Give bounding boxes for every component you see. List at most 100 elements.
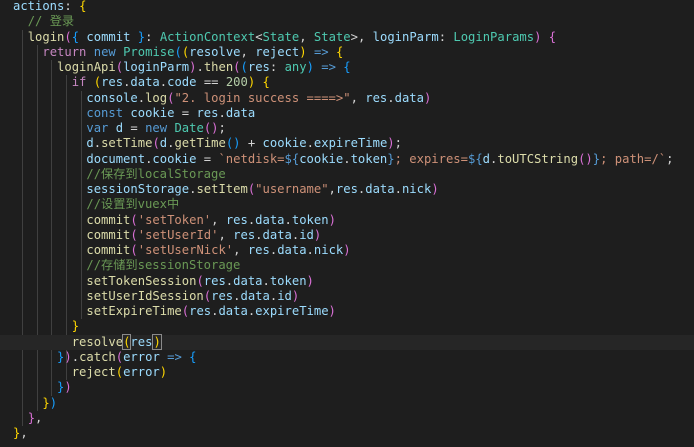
code-line[interactable]: commit('setToken', res.data.token) (0, 213, 694, 228)
code-token: toUTCString (497, 151, 579, 166)
code-token: ) (64, 380, 72, 395)
code-line[interactable]: login({ commit }: ActionContext<State, S… (0, 30, 694, 45)
code-line[interactable]: reject(error) (0, 365, 694, 380)
code-token: ( (130, 227, 138, 242)
code-token: d (482, 151, 491, 166)
code-token: console (86, 90, 138, 105)
code-token: = (196, 151, 219, 166)
code-token: return (42, 44, 94, 59)
code-token: token (291, 212, 329, 227)
code-line[interactable]: sessionStorage.setItem("username",res.da… (0, 182, 694, 197)
code-line[interactable]: }) (0, 396, 694, 411)
code-token: ) (291, 288, 300, 303)
code-token: "username" (255, 182, 329, 196)
code-token: getTime (174, 136, 226, 151)
code-token: res (225, 212, 248, 227)
code-line[interactable]: d.setTime(d.getTime() + cookie.expireTim… (0, 136, 694, 151)
code-token: { (189, 349, 197, 364)
code-line[interactable]: loginApi(loginParm).then((res: any) => { (0, 60, 694, 75)
code-token: . (71, 349, 80, 364)
code-token: { (335, 44, 344, 59)
code-token: } (592, 151, 601, 166)
code-token: cookie (130, 105, 175, 120)
code-line[interactable]: console.log("2. login success ====>", re… (0, 91, 694, 106)
code-token: res (203, 273, 226, 288)
code-line[interactable]: resolve(res) (0, 333, 694, 350)
code-line[interactable]: return new Promise((resolve, reject) => … (0, 45, 694, 60)
code-token: id (299, 227, 314, 242)
code-token: => (167, 349, 182, 364)
code-token: { (343, 60, 351, 74)
code-line[interactable]: }, (0, 426, 694, 441)
code-token: . (284, 212, 292, 227)
code-token: token (269, 273, 307, 288)
code-editor[interactable]: actions: { // 登录 login({ commit }: Actio… (0, 0, 694, 447)
code-line[interactable]: //存储到sessionStorage (0, 258, 694, 273)
code-line[interactable]: setTokenSession(res.data.token) (0, 274, 694, 289)
code-token: data (277, 243, 307, 257)
code-line[interactable]: } (0, 319, 694, 334)
code-line[interactable]: commit('setUserNick', res.data.nick) (0, 243, 694, 258)
code-line[interactable]: //设置到vuex中 (0, 197, 694, 212)
code-token: any (284, 60, 307, 74)
code-line[interactable]: commit('setUserId', res.data.id) (0, 228, 694, 243)
code-token: ( (240, 60, 248, 74)
code-token: LoginParams (453, 29, 535, 44)
code-token: ( (233, 60, 241, 74)
code-token: { (79, 0, 87, 13)
code-token: nick (401, 182, 432, 196)
code-token: ( (130, 243, 138, 257)
code-line[interactable]: document.cookie = `netdisk=${cookie.toke… (0, 152, 694, 167)
code-token: data (225, 105, 256, 120)
code-line[interactable]: }) (0, 380, 694, 395)
code-token: } (387, 151, 395, 166)
code-line[interactable]: }).catch(error => { (0, 350, 694, 365)
code-token: // 登录 (27, 14, 75, 29)
code-line[interactable]: const cookie = res.data (0, 106, 694, 121)
code-token: ; path=/` (600, 151, 667, 166)
code-token: data (130, 75, 160, 90)
code-token: : (269, 60, 285, 74)
code-token: . (137, 90, 146, 105)
code-token: res (101, 75, 124, 90)
code-token: res (247, 60, 270, 74)
code-line[interactable]: var d = new Date(); (0, 121, 694, 136)
code-line[interactable]: // 登录 (0, 14, 694, 29)
code-token: new (93, 44, 124, 59)
code-line[interactable]: setExpireTime(res.data.expireTime) (0, 304, 694, 319)
code-line[interactable]: if (res.data.code == 200) { (0, 75, 694, 90)
code-token: ) (299, 44, 307, 59)
code-token: ( (115, 349, 124, 364)
code-token: ) (152, 333, 162, 350)
code-token: res (247, 243, 270, 257)
code-token: 'setUserNick' (137, 243, 234, 257)
code-token: . (218, 105, 226, 120)
code-token: } (71, 319, 80, 334)
code-line[interactable]: actions: { (0, 0, 694, 14)
code-token: error (123, 365, 160, 379)
code-token: { (548, 29, 557, 44)
code-token: , (240, 44, 256, 59)
code-line[interactable]: }, (0, 411, 694, 426)
code-token: 'setUserId' (137, 227, 219, 242)
code-line[interactable]: setUserIdSession(res.data.id) (0, 289, 694, 304)
code-token: setTokenSession (86, 273, 197, 288)
code-token: commit (86, 227, 131, 242)
code-token: , (350, 90, 366, 105)
code-token: , (299, 29, 314, 44)
code-line[interactable]: //保存到localStorage (0, 167, 694, 182)
code-token: , (357, 29, 373, 44)
code-token: res (189, 304, 212, 318)
code-token: actions (13, 0, 65, 13)
code-token: == (196, 75, 226, 90)
